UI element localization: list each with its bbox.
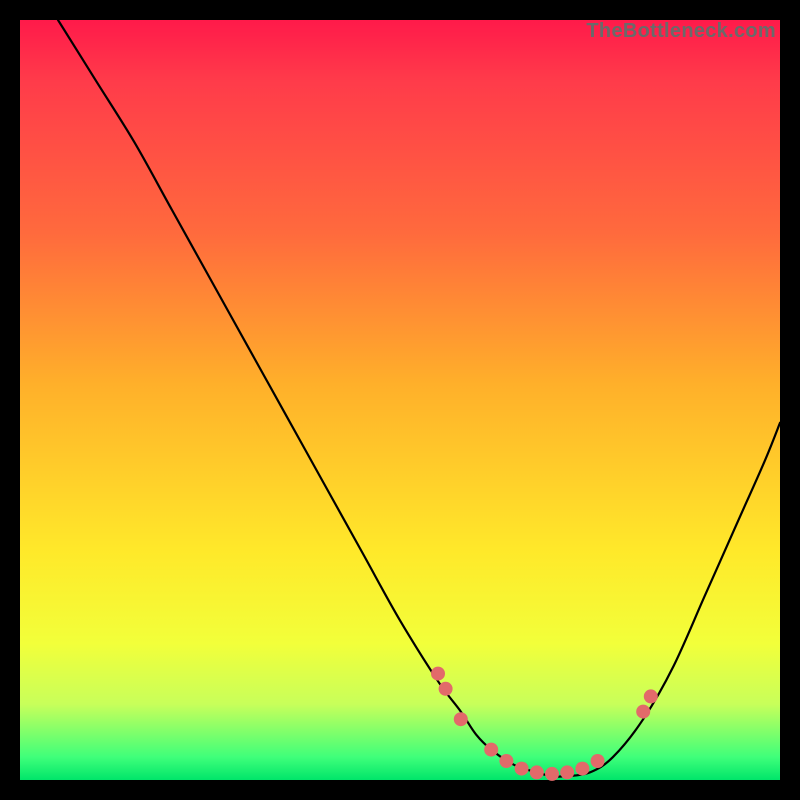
marker-dot xyxy=(454,712,468,726)
bottleneck-curve xyxy=(58,20,780,777)
marker-dot xyxy=(499,754,513,768)
marker-dot xyxy=(560,765,574,779)
chart-svg xyxy=(20,20,780,780)
marker-dot xyxy=(575,762,589,776)
marker-dot xyxy=(484,743,498,757)
marker-dot xyxy=(439,682,453,696)
marker-dot xyxy=(591,754,605,768)
marker-dot xyxy=(431,667,445,681)
marker-dot xyxy=(636,705,650,719)
marker-dots xyxy=(431,667,658,781)
chart-frame: TheBottleneck.com xyxy=(20,20,780,780)
marker-dot xyxy=(644,689,658,703)
marker-dot xyxy=(545,767,559,781)
marker-dot xyxy=(515,762,529,776)
marker-dot xyxy=(530,765,544,779)
